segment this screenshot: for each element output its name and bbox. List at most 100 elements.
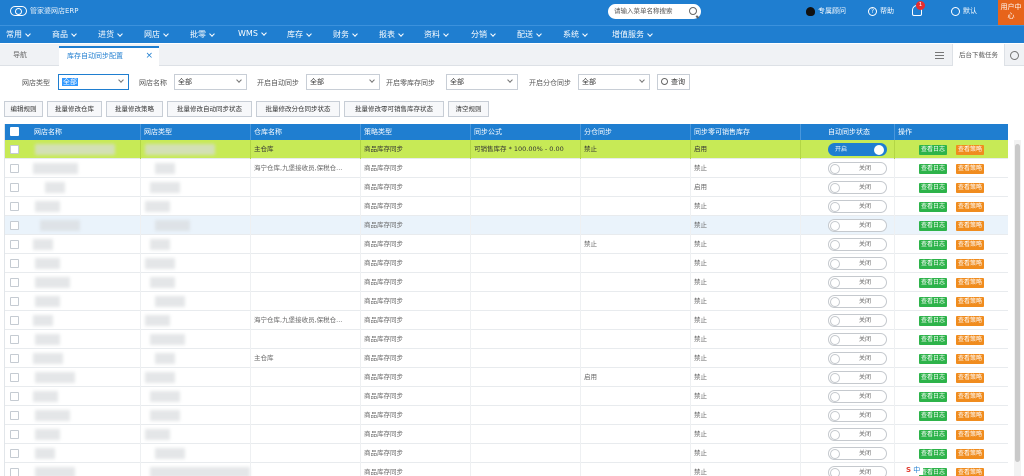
action-button-4[interactable]: 批量修改分仓同步状态 — [256, 101, 340, 117]
row-checkbox[interactable] — [10, 164, 19, 173]
action-button-5[interactable]: 批量修改零可销售库存状态 — [344, 101, 444, 117]
table-row[interactable]: 商品库存同步 禁止 关闭 查看日志 查看策略 — [5, 216, 1008, 235]
row-checkbox[interactable] — [10, 468, 19, 476]
auto-sync-toggle[interactable]: 关闭 — [828, 162, 887, 175]
table-row[interactable]: 商品库存同步 禁止 关闭 查看日志 查看策略 — [5, 463, 1008, 476]
view-strategy-button[interactable]: 查看策略 — [956, 335, 985, 345]
menu-item-8[interactable]: 报表 — [379, 29, 404, 40]
filter-select-0[interactable]: 全部 — [58, 74, 129, 90]
filter-select-4[interactable]: 全部 — [578, 74, 650, 90]
auto-sync-toggle[interactable]: 关闭 — [828, 219, 887, 232]
table-row[interactable]: 商品库存同步 禁止 关闭 查看日志 查看策略 — [5, 444, 1008, 463]
action-button-3[interactable]: 批量修改自动同步状态 — [167, 101, 252, 117]
auto-sync-toggle[interactable]: 关闭 — [828, 333, 887, 346]
auto-sync-toggle[interactable]: 开启 — [828, 143, 887, 156]
menu-item-2[interactable]: 进货 — [98, 29, 123, 40]
view-strategy-button[interactable]: 查看策略 — [956, 183, 985, 193]
view-strategy-button[interactable]: 查看策略 — [956, 373, 985, 383]
column-header-0[interactable]: 网店名称 — [31, 124, 141, 140]
column-header-8[interactable]: 操作 — [895, 124, 1008, 140]
column-header-7[interactable]: 自动同步状态 — [801, 124, 895, 140]
view-strategy-button[interactable]: 查看策略 — [956, 449, 985, 459]
menu-item-4[interactable]: 批零 — [190, 29, 215, 40]
menu-item-9[interactable]: 资料 — [424, 29, 449, 40]
view-log-button[interactable]: 查看日志 — [919, 411, 948, 421]
view-strategy-button[interactable]: 查看策略 — [956, 411, 985, 421]
auto-sync-toggle[interactable]: 关闭 — [828, 466, 887, 476]
tab-inventory-sync[interactable]: 库存自动同步配置 × — [59, 46, 159, 66]
menu-item-0[interactable]: 常用 — [6, 29, 31, 40]
table-row[interactable]: 海宁仓库,九堡接收员,保税仓... 商品库存同步 禁止 关闭 查看日志 查看策略 — [5, 311, 1008, 330]
view-strategy-button[interactable]: 查看策略 — [956, 145, 985, 155]
table-row[interactable]: 商品库存同步 禁止 禁止 关闭 查看日志 查看策略 — [5, 235, 1008, 254]
column-header-6[interactable]: 同步零可销售库存 — [691, 124, 801, 140]
column-header-4[interactable]: 同步公式 — [471, 124, 581, 140]
table-row[interactable]: 海宁仓库,九堡接收员,保税仓... 商品库存同步 禁止 关闭 查看日志 查看策略 — [5, 159, 1008, 178]
action-button-0[interactable]: 编辑规则 — [4, 101, 43, 117]
close-icon[interactable]: × — [145, 48, 153, 65]
menu-search-input[interactable]: 请输入菜单名称搜索 — [608, 4, 701, 19]
menu-item-1[interactable]: 商品 — [52, 29, 77, 40]
row-checkbox[interactable] — [10, 240, 19, 249]
view-strategy-button[interactable]: 查看策略 — [956, 164, 985, 174]
view-log-button[interactable]: 查看日志 — [919, 202, 948, 212]
auto-sync-toggle[interactable]: 关闭 — [828, 200, 887, 213]
view-strategy-button[interactable]: 查看策略 — [956, 240, 985, 250]
table-row[interactable]: 商品库存同步 禁止 关闭 查看日志 查看策略 — [5, 292, 1008, 311]
auto-sync-toggle[interactable]: 关闭 — [828, 238, 887, 251]
tab-nav[interactable]: 导航 — [13, 50, 27, 60]
table-row[interactable]: 主仓库 商品库存同步 可销售库存 * 100.00% - 0.00 禁止 启用 开启 查看日… — [5, 140, 1008, 159]
row-checkbox[interactable] — [10, 411, 19, 420]
view-log-button[interactable]: 查看日志 — [919, 335, 948, 345]
view-log-button[interactable]: 查看日志 — [919, 316, 948, 326]
view-log-button[interactable]: 查看日志 — [919, 240, 948, 250]
row-checkbox[interactable] — [10, 392, 19, 401]
auto-sync-toggle[interactable]: 关闭 — [828, 352, 887, 365]
view-strategy-button[interactable]: 查看策略 — [956, 221, 985, 231]
view-strategy-button[interactable]: 查看策略 — [956, 316, 985, 326]
auto-sync-toggle[interactable]: 关闭 — [828, 447, 887, 460]
help-link[interactable]: ? 帮助 — [868, 6, 894, 16]
filter-select-3[interactable]: 全部 — [446, 74, 518, 90]
row-checkbox[interactable] — [10, 221, 19, 230]
auto-sync-toggle[interactable]: 关闭 — [828, 409, 887, 422]
view-log-button[interactable]: 查看日志 — [919, 145, 948, 155]
row-checkbox[interactable] — [10, 278, 19, 287]
account-menu[interactable]: 默认 — [951, 6, 977, 16]
table-row[interactable]: 商品库存同步 启用 关闭 查看日志 查看策略 — [5, 178, 1008, 197]
column-header-5[interactable]: 分仓同步 — [581, 124, 691, 140]
menu-item-10[interactable]: 分销 — [471, 29, 496, 40]
auto-sync-toggle[interactable]: 关闭 — [828, 371, 887, 384]
action-button-1[interactable]: 批量修改仓库 — [47, 101, 102, 117]
auto-sync-toggle[interactable]: 关闭 — [828, 295, 887, 308]
action-button-6[interactable]: 清空规则 — [448, 101, 489, 117]
menu-item-5[interactable]: WMS — [238, 29, 267, 38]
filter-select-1[interactable]: 全部 — [174, 74, 247, 90]
table-row[interactable]: 主仓库 商品库存同步 禁止 关闭 查看日志 查看策略 — [5, 349, 1008, 368]
column-header-1[interactable]: 网店类型 — [141, 124, 251, 140]
table-row[interactable]: 商品库存同步 禁止 关闭 查看日志 查看策略 — [5, 197, 1008, 216]
filter-select-2[interactable]: 全部 — [306, 74, 380, 90]
query-button[interactable]: 查询 — [657, 74, 690, 90]
vertical-scrollbar[interactable] — [1014, 140, 1021, 476]
menu-item-13[interactable]: 增值服务 — [612, 29, 653, 40]
service-link[interactable]: 专属顾问 — [806, 6, 846, 16]
row-checkbox[interactable] — [10, 449, 19, 458]
row-checkbox[interactable] — [10, 354, 19, 363]
app-logo[interactable]: 管家婆网店ERP — [10, 6, 79, 16]
menu-item-3[interactable]: 网店 — [144, 29, 169, 40]
search-icon[interactable] — [689, 7, 697, 15]
row-checkbox[interactable] — [10, 145, 19, 154]
user-center-button[interactable]: 用户中心 — [998, 0, 1024, 25]
view-strategy-button[interactable]: 查看策略 — [956, 468, 985, 476]
view-log-button[interactable]: 查看日志 — [919, 164, 948, 174]
table-row[interactable]: 商品库存同步 禁止 关闭 查看日志 查看策略 — [5, 273, 1008, 292]
row-checkbox[interactable] — [10, 297, 19, 306]
row-checkbox[interactable] — [10, 202, 19, 211]
ime-indicator[interactable]: S 中 — [903, 465, 924, 475]
auto-sync-toggle[interactable]: 关闭 — [828, 428, 887, 441]
table-row[interactable]: 商品库存同步 禁止 关闭 查看日志 查看策略 — [5, 254, 1008, 273]
view-log-button[interactable]: 查看日志 — [919, 373, 948, 383]
table-row[interactable]: 商品库存同步 禁止 关闭 查看日志 查看策略 — [5, 387, 1008, 406]
gear-icon[interactable] — [1010, 50, 1019, 60]
